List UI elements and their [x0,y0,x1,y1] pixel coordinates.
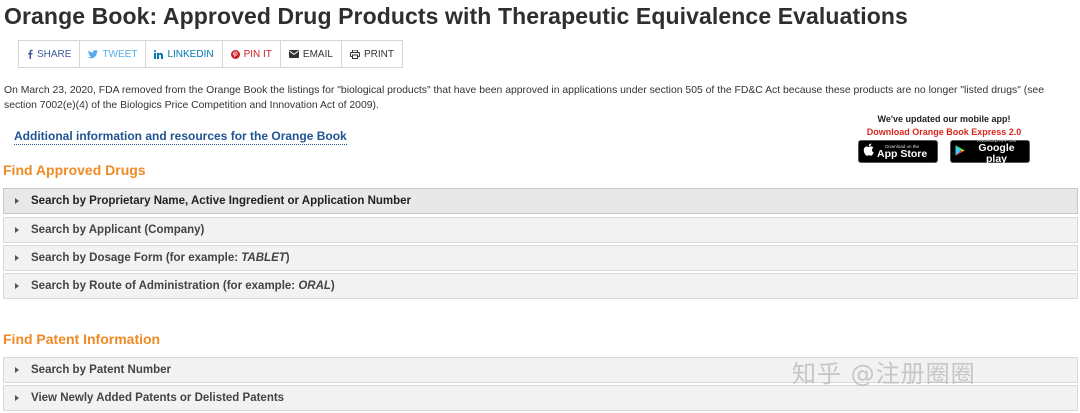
additional-resources-link[interactable]: Additional information and resources for… [14,129,347,145]
find-approved-drugs-heading: Find Approved Drugs [3,162,146,178]
linkedin-icon [154,49,164,59]
pinterest-pin-button[interactable]: PIN IT [223,41,281,67]
google-play-badge[interactable]: ANDROID APP ON Google play [950,138,1030,165]
caret-right-icon [15,367,19,373]
search-by-applicant-accordion[interactable]: Search by Applicant (Company) [3,217,1078,243]
email-share-label: EMAIL [302,48,333,60]
app-store-label: App Store [877,147,928,160]
printer-icon [349,49,360,59]
search-by-name-accordion[interactable]: Search by Proprietary Name, Active Ingre… [3,188,1078,214]
zhihu-watermark: 知乎 @注册圈圈 [792,360,976,388]
print-button[interactable]: PRINT [342,41,402,67]
app-store-badge[interactable]: Download on the App Store [858,140,938,163]
caret-right-icon [15,395,19,401]
caret-right-icon [15,283,19,289]
accordion-label: Search by Applicant (Company) [31,224,205,236]
accordion-label: Search by Proprietary Name, Active Ingre… [31,195,412,207]
google-play-label: Google play [978,142,1015,165]
accordion-label: View Newly Added Patents or Delisted Pat… [31,392,285,404]
envelope-icon [288,50,299,58]
linkedin-share-button[interactable]: LINKEDIN [146,41,223,67]
page-title: Orange Book: Approved Drug Products with… [4,3,908,29]
twitter-icon [88,49,99,59]
accordion-label: Search by Dosage Form (for example: TABL… [31,252,290,264]
share-toolbar: SHARE TWEET LINKEDIN PIN IT EMAIL PRINT [18,40,403,68]
facebook-share-button[interactable]: SHARE [19,41,81,67]
linkedin-share-label: LINKEDIN [167,48,214,60]
find-patent-information-heading: Find Patent Information [3,331,161,347]
twitter-tweet-label: TWEET [102,48,138,60]
print-label: PRINT [363,48,394,60]
biological-products-notice: On March 23, 2020, FDA removed from the … [4,85,1044,111]
facebook-icon [27,49,33,59]
twitter-tweet-button[interactable]: TWEET [80,41,147,67]
caret-right-icon [15,227,19,233]
mobile-app-promo: We've updated our mobile app! Download O… [846,113,1042,165]
route-example: ORAL [298,280,331,292]
pinterest-icon [230,49,240,59]
accordion-label: Search by Patent Number [31,364,171,376]
caret-right-icon [15,198,19,204]
pinterest-pin-label: PIN IT [243,48,272,60]
facebook-share-label: SHARE [37,48,72,60]
email-share-button[interactable]: EMAIL [281,41,342,67]
caret-right-icon [15,255,19,261]
search-by-route-accordion[interactable]: Search by Route of Administration (for e… [3,273,1078,299]
google-play-icon [955,143,965,161]
apple-icon [863,143,874,161]
search-by-dosage-form-accordion[interactable]: Search by Dosage Form (for example: TABL… [3,245,1078,271]
app-updated-text: We've updated our mobile app! [877,114,1011,124]
accordion-label: Search by Route of Administration (for e… [31,280,335,292]
dosage-form-example: TABLET [241,252,286,264]
